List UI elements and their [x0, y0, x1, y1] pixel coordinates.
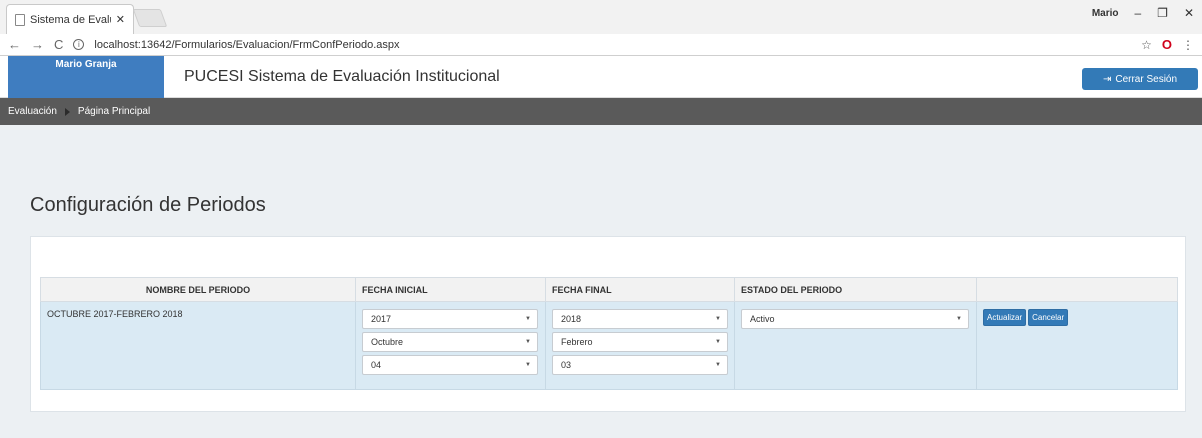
info-icon[interactable]: i [73, 39, 85, 50]
url-field[interactable]: localhost:13642/Formularios/Evaluacion/F… [94, 39, 399, 51]
forward-icon[interactable]: → [31, 37, 44, 52]
address-bar: ← → C i localhost:13642/Formularios/Eval… [0, 34, 1202, 56]
chevron-down-icon: ▼ [525, 339, 531, 345]
breadcrumb: Evaluación Página Principal [0, 98, 1202, 125]
menu-icon[interactable]: ⋮ [1182, 38, 1194, 52]
end-year-value: 2018 [561, 314, 582, 324]
start-year-select[interactable]: 2017 ▼ [362, 309, 538, 329]
start-date-cell: 2017 ▼ Octubre ▼ 04 ▼ [355, 301, 546, 390]
chevron-down-icon: ▼ [525, 316, 531, 322]
browser-tab[interactable]: Sistema de Evaluación In ✕ [6, 4, 134, 34]
end-month-value: Febrero [561, 337, 593, 347]
period-name: OCTUBRE 2017-FEBRERO 2018 [40, 301, 356, 390]
app-title: PUCESI Sistema de Evaluación Institucion… [184, 68, 500, 85]
end-day-value: 03 [561, 360, 572, 370]
logout-label: Cerrar Sesión [1115, 73, 1178, 85]
nav-item-pagina-principal[interactable]: Página Principal [78, 106, 150, 117]
col-header-end: FECHA FINAL [545, 277, 735, 302]
tab-title: Sistema de Evaluación In [30, 13, 111, 26]
close-tab-icon[interactable]: ✕ [116, 13, 125, 26]
actions-cell: Actualizar Cancelar [976, 301, 1178, 390]
opera-icon[interactable]: O [1162, 37, 1172, 52]
chevron-down-icon: ▼ [956, 316, 962, 322]
table-row: OCTUBRE 2017-FEBRERO 2018 2017 ▼ Octubre ▼… [40, 301, 1178, 390]
periods-table: NOMBRE DEL PERIODO FECHA INICIAL FECHA F… [40, 277, 1178, 390]
window-controls: Mario – ❐ ✕ [1092, 6, 1194, 20]
chevron-down-icon: ▼ [715, 339, 721, 345]
start-year-value: 2017 [371, 314, 392, 324]
page-icon [15, 13, 25, 26]
col-header-start: FECHA INICIAL [355, 277, 546, 302]
reload-icon[interactable]: C [54, 37, 63, 52]
back-icon[interactable]: ← [8, 37, 21, 52]
bookmark-star-icon[interactable]: ☆ [1141, 38, 1152, 52]
cancel-button[interactable]: Cancelar [1028, 309, 1069, 326]
end-month-select[interactable]: Febrero ▼ [552, 332, 728, 352]
state-cell: Activo ▼ [734, 301, 977, 390]
col-header-name: NOMBRE DEL PERIODO [40, 277, 356, 302]
start-month-select[interactable]: Octubre ▼ [362, 332, 538, 352]
minimize-icon[interactable]: – [1134, 6, 1141, 20]
update-button[interactable]: Actualizar [983, 309, 1027, 326]
state-value: Activo [750, 314, 775, 324]
end-date-cell: 2018 ▼ Febrero ▼ 03 ▼ [545, 301, 735, 390]
start-month-value: Octubre [371, 337, 404, 347]
chevron-down-icon: ▼ [715, 362, 721, 368]
table-header-row: NOMBRE DEL PERIODO FECHA INICIAL FECHA F… [40, 277, 1178, 302]
content-panel: NOMBRE DEL PERIODO FECHA INICIAL FECHA F… [30, 236, 1186, 412]
col-header-state: ESTADO DEL PERIODO [734, 277, 977, 302]
end-day-select[interactable]: 03 ▼ [552, 355, 728, 375]
logout-button[interactable]: ⇥ Cerrar Sesión [1082, 68, 1198, 90]
close-window-icon[interactable]: ✕ [1184, 6, 1194, 20]
nav-item-evaluacion[interactable]: Evaluación [8, 106, 57, 117]
logout-icon: ⇥ [1102, 73, 1112, 85]
app-header: Mario Granja PUCESI Sistema de Evaluació… [0, 56, 1202, 98]
restore-icon[interactable]: ❐ [1157, 6, 1168, 20]
chevron-down-icon: ▼ [715, 316, 721, 322]
end-year-select[interactable]: 2018 ▼ [552, 309, 728, 329]
arrow-right-icon [64, 107, 70, 116]
user-name: Mario Granja [8, 56, 164, 98]
start-day-select[interactable]: 04 ▼ [362, 355, 538, 375]
state-select[interactable]: Activo ▼ [741, 309, 969, 329]
profile-name[interactable]: Mario [1092, 8, 1119, 19]
chevron-down-icon: ▼ [525, 362, 531, 368]
start-day-value: 04 [371, 360, 382, 370]
browser-tabbar: Sistema de Evaluación In ✕ Mario – ❐ ✕ [0, 0, 1202, 34]
col-header-actions [976, 277, 1178, 302]
new-tab-button[interactable] [132, 9, 168, 27]
page-title: Configuración de Periodos [30, 194, 266, 216]
